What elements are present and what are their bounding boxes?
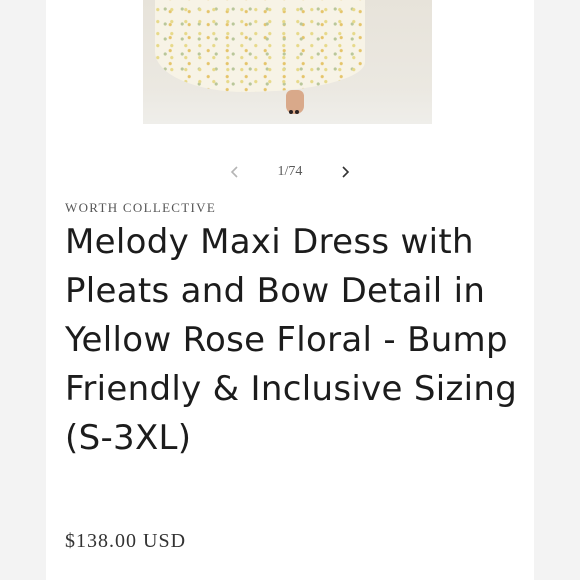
dress-hem-graphic xyxy=(155,0,365,92)
toe-graphic xyxy=(289,110,293,114)
chevron-left-icon xyxy=(230,166,238,178)
chevron-right-icon xyxy=(342,166,350,178)
slide-counter: 1/74 xyxy=(277,164,303,179)
product-title: Melody Maxi Dress with Pleats and Bow De… xyxy=(65,222,518,458)
toe-graphic xyxy=(295,110,299,114)
product-image[interactable] xyxy=(143,0,432,124)
next-image-button[interactable] xyxy=(334,163,356,185)
product-page: 1/74 WORTH COLLECTIVE Melody Maxi Dress … xyxy=(46,0,534,580)
previous-image-button[interactable] xyxy=(224,163,246,185)
image-slider-nav: 1/74 xyxy=(46,160,534,186)
product-vendor: WORTH COLLECTIVE xyxy=(65,200,217,215)
product-price: $138.00 USD xyxy=(65,530,187,552)
